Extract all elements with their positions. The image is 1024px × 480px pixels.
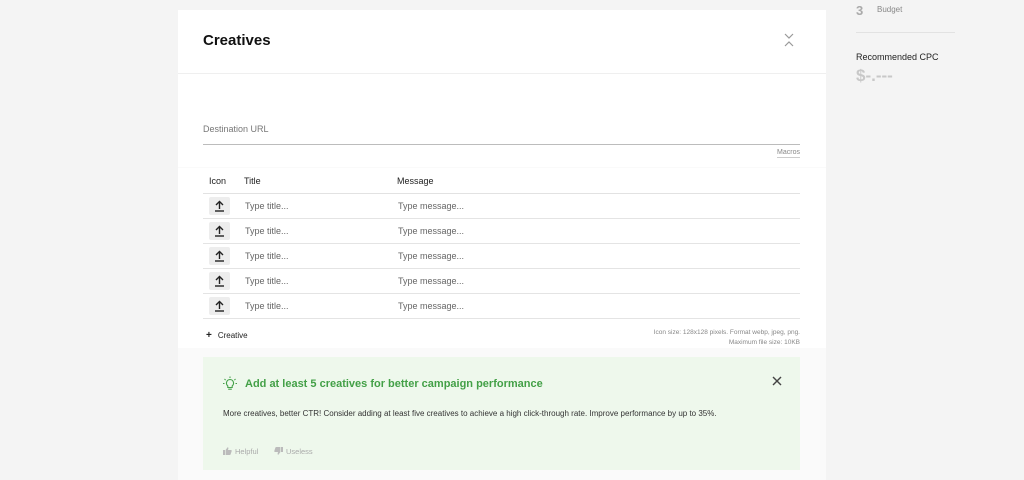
helpful-label: Helpful (235, 447, 259, 456)
title-input[interactable] (245, 223, 385, 239)
message-input[interactable] (398, 298, 788, 314)
message-input[interactable] (398, 223, 788, 239)
tip-banner: Add at least 5 creatives for better camp… (203, 357, 800, 470)
destination-url-section: Macros (178, 74, 826, 167)
upload-arrow-icon (215, 250, 224, 262)
table-row (203, 194, 800, 219)
message-input[interactable] (398, 248, 788, 264)
message-input[interactable] (398, 198, 788, 214)
upload-icon-button[interactable] (209, 247, 230, 265)
add-creative-button[interactable]: + Creative (206, 330, 248, 341)
helpful-button[interactable]: Helpful (223, 447, 258, 456)
upload-icon-button[interactable] (209, 297, 230, 315)
add-creative-label: Creative (217, 331, 248, 340)
table-row (203, 219, 800, 244)
file-size-hint: Maximum file size: 10KB (728, 339, 800, 346)
upload-icon-button[interactable] (209, 222, 230, 240)
creatives-panel: Creatives Macros Icon Title Message (178, 10, 826, 480)
recommended-cpc-value: $-.--- (856, 66, 893, 85)
destination-url-field (203, 114, 800, 145)
destination-url-input[interactable] (203, 114, 800, 144)
step-label-budget[interactable]: Budget (877, 5, 902, 14)
macros-link[interactable]: Macros (777, 149, 800, 158)
tip-heading: Add at least 5 creatives for better camp… (245, 378, 543, 390)
upload-arrow-icon (215, 225, 224, 237)
panel-title: Creatives (203, 32, 271, 49)
upload-icon-button[interactable] (209, 197, 230, 215)
upload-icon-button[interactable] (209, 272, 230, 290)
plus-icon: + (206, 330, 212, 341)
useless-button[interactable]: Useless (274, 447, 313, 456)
close-icon[interactable] (771, 374, 783, 386)
title-input[interactable] (245, 298, 385, 314)
title-input[interactable] (245, 198, 385, 214)
lightbulb-icon (223, 376, 237, 390)
upload-arrow-icon (215, 275, 224, 287)
column-header-title: Title (244, 176, 261, 186)
title-input[interactable] (245, 248, 385, 264)
thumbs-down-icon (274, 447, 283, 455)
sidebar-divider (856, 32, 955, 33)
column-header-icon: Icon (209, 176, 227, 186)
tip-body: More creatives, better CTR! Consider add… (223, 409, 717, 418)
icon-file-hint: Icon size: 128x128 pixels. Format webp, … (654, 328, 800, 348)
upload-arrow-icon (215, 300, 224, 312)
table-row (203, 294, 800, 319)
message-input[interactable] (398, 273, 788, 289)
thumbs-up-icon (223, 447, 232, 455)
creatives-table: Icon Title Message Type title... Type me… (178, 168, 826, 348)
icon-size-hint: Icon size: 128x128 pixels. Format webp, … (653, 329, 800, 336)
table-row (203, 244, 800, 269)
table-header: Icon Title Message (203, 168, 800, 194)
table-row (203, 269, 800, 294)
useless-label: Useless (286, 447, 313, 456)
recommended-cpc-label: Recommended CPC (856, 52, 939, 62)
panel-header: Creatives (178, 10, 826, 74)
title-input[interactable] (245, 273, 385, 289)
chevrons-collapse-icon[interactable] (782, 31, 796, 49)
upload-arrow-icon (215, 200, 224, 212)
column-header-message: Message (397, 176, 434, 186)
step-number: 3 (856, 3, 864, 18)
